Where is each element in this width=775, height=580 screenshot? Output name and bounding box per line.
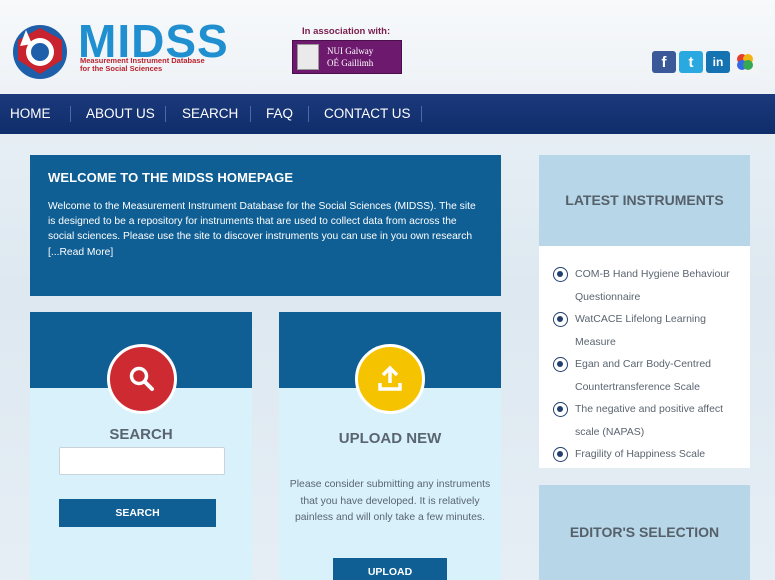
nav-home[interactable]: HOME bbox=[10, 94, 51, 134]
site-header: MIDSS Measurement Instrument Database fo… bbox=[0, 0, 775, 94]
nui-galway-logo[interactable]: NUI Galway OÉ Gaillimh bbox=[292, 40, 402, 74]
nav-faq[interactable]: FAQ bbox=[266, 94, 293, 134]
editors-selection-title: EDITOR'S SELECTION bbox=[539, 485, 750, 580]
latest-instruments-panel: LATEST INSTRUMENTS COM-B Hand Hygiene Be… bbox=[539, 155, 750, 468]
nav-about-us[interactable]: ABOUT US bbox=[86, 94, 155, 134]
upload-icon[interactable] bbox=[355, 344, 425, 414]
instrument-link[interactable]: Egan and Carr Body-Centred Countertransf… bbox=[575, 358, 711, 393]
list-item[interactable]: WatCACE Lifelong Learning Measure bbox=[553, 308, 743, 353]
search-input[interactable] bbox=[59, 447, 225, 475]
midss-logo[interactable]: MIDSS Measurement Instrument Database fo… bbox=[10, 18, 228, 90]
linkedin-icon[interactable]: in bbox=[706, 51, 730, 73]
instrument-bullet-icon bbox=[553, 312, 568, 327]
nav-divider bbox=[165, 106, 166, 122]
search-card-title: SEARCH bbox=[109, 426, 173, 443]
instrument-link[interactable]: COM-B Hand Hygiene Behaviour Questionnai… bbox=[575, 268, 730, 303]
list-item[interactable]: COM-B Hand Hygiene Behaviour Questionnai… bbox=[553, 263, 743, 308]
upload-card-title: UPLOAD NEW bbox=[338, 430, 442, 447]
nav-divider bbox=[70, 106, 71, 122]
search-card: SEARCH SEARCH bbox=[30, 312, 252, 580]
list-item[interactable]: Fragility of Happiness Scale bbox=[553, 443, 743, 466]
facebook-icon[interactable]: f bbox=[652, 51, 676, 73]
instrument-bullet-icon bbox=[553, 402, 568, 417]
partner-line1: NUI Galway bbox=[327, 46, 374, 56]
logo-subtitle: Measurement Instrument Database for the … bbox=[80, 57, 220, 73]
twitter-glyph: t bbox=[688, 53, 694, 71]
welcome-title: WELCOME TO THE MIDSS HOMEPAGE bbox=[48, 170, 294, 185]
instrument-bullet-icon bbox=[553, 267, 568, 282]
association-label: In association with: bbox=[302, 26, 391, 37]
list-item[interactable]: Egan and Carr Body-Centred Countertransf… bbox=[553, 353, 743, 398]
instrument-link[interactable]: Fragility of Happiness Scale bbox=[575, 448, 705, 460]
logo-subtitle-line2: for the Social Sciences bbox=[80, 64, 163, 73]
nav-divider bbox=[308, 106, 309, 122]
latest-instruments-title: LATEST INSTRUMENTS bbox=[539, 155, 750, 246]
upload-description: Please consider submitting any instrumen… bbox=[289, 479, 491, 523]
nav-search[interactable]: SEARCH bbox=[182, 94, 238, 134]
instrument-bullet-icon bbox=[553, 357, 568, 372]
nav-contact-us[interactable]: CONTACT US bbox=[324, 94, 411, 134]
partner-line2: OÉ Gaillimh bbox=[327, 58, 374, 68]
upload-card: UPLOAD NEW Please consider submitting an… bbox=[279, 312, 501, 580]
editors-selection-panel: EDITOR'S SELECTION bbox=[539, 485, 750, 580]
upload-glyph-icon bbox=[378, 365, 402, 391]
linkedin-glyph: in bbox=[712, 55, 724, 69]
nui-text: NUI Galway OÉ Gaillimh bbox=[327, 45, 373, 69]
list-item[interactable]: The negative and positive affect scale (… bbox=[553, 398, 743, 443]
magnifier-glyph-icon bbox=[129, 366, 154, 391]
midss-emblem-icon bbox=[13, 25, 67, 79]
magnifier-icon[interactable] bbox=[107, 344, 177, 414]
welcome-panel: WELCOME TO THE MIDSS HOMEPAGE Welcome to… bbox=[30, 155, 501, 296]
nav-divider bbox=[250, 106, 251, 122]
facebook-glyph: f bbox=[661, 53, 667, 71]
instrument-link[interactable]: WatCACE Lifelong Learning Measure bbox=[575, 313, 706, 348]
twitter-icon[interactable]: t bbox=[679, 51, 703, 73]
instrument-bullet-icon bbox=[553, 447, 568, 462]
main-navigation: HOME ABOUT US SEARCH FAQ CONTACT US bbox=[0, 94, 775, 134]
instrument-link[interactable]: The negative and positive affect scale (… bbox=[575, 403, 723, 438]
nav-divider bbox=[421, 106, 422, 122]
social-links: f t in bbox=[652, 51, 757, 73]
search-button[interactable]: SEARCH bbox=[59, 499, 216, 527]
google-plus-glyph-icon bbox=[737, 54, 753, 70]
nui-crest-icon bbox=[297, 44, 319, 70]
upload-button[interactable]: UPLOAD bbox=[333, 558, 447, 580]
latest-instruments-list: COM-B Hand Hygiene Behaviour Questionnai… bbox=[553, 263, 743, 466]
google-plus-icon[interactable] bbox=[733, 51, 757, 73]
welcome-text[interactable]: Welcome to the Measurement Instrument Da… bbox=[48, 199, 483, 260]
